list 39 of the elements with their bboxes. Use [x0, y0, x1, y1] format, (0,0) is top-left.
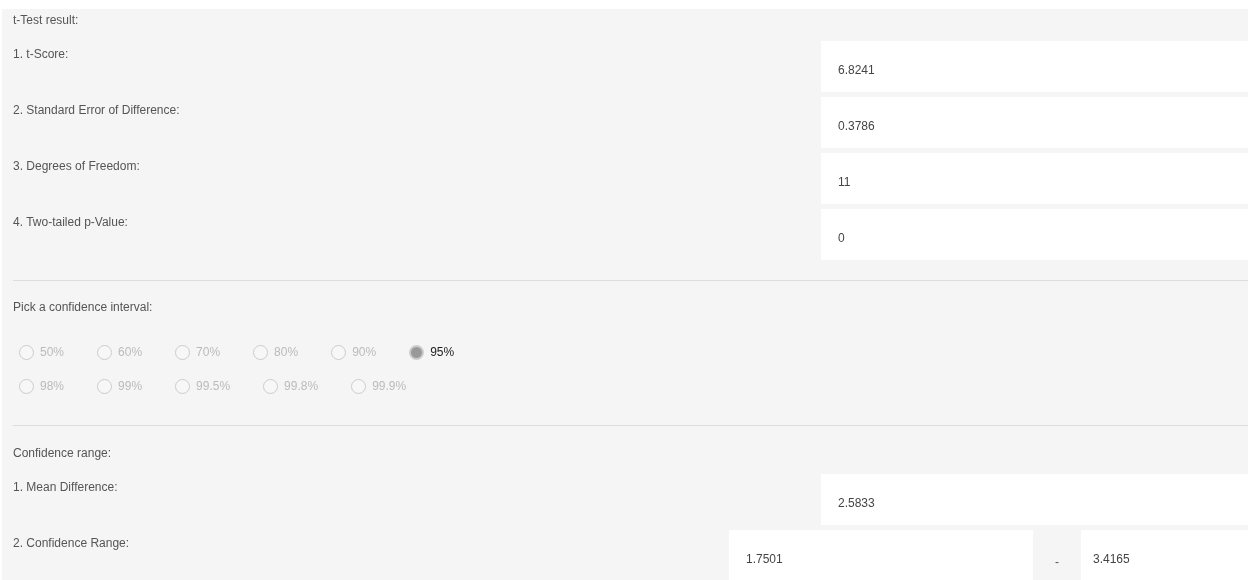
- field-label: 2. Standard Error of Difference:: [13, 102, 181, 119]
- radio-option[interactable]: 50%: [19, 343, 65, 361]
- radio-button[interactable]: [19, 378, 34, 394]
- section-title: t-Test result:: [13, 12, 80, 29]
- radio-button[interactable]: [19, 344, 34, 360]
- radio-option[interactable]: 70%: [175, 343, 221, 361]
- output-field[interactable]: 2.5833: [821, 474, 1248, 525]
- radio-option[interactable]: 99.5%: [175, 377, 231, 395]
- output-field[interactable]: 0.3786: [821, 97, 1248, 148]
- radio-option[interactable]: 95%: [409, 343, 455, 361]
- radio-option[interactable]: 90%: [331, 343, 377, 361]
- output-field[interactable]: 11: [821, 153, 1248, 204]
- radio-button[interactable]: [263, 378, 279, 394]
- radio-button[interactable]: [331, 344, 347, 360]
- radio-button[interactable]: [97, 344, 113, 360]
- output-field[interactable]: 0: [821, 209, 1248, 260]
- radio-button[interactable]: [175, 344, 191, 360]
- radio-option[interactable]: 80%: [253, 343, 299, 361]
- output-field[interactable]: 1.7501: [729, 530, 1033, 580]
- field-label: 1. Mean Difference:: [13, 479, 119, 496]
- range-separator: -: [1054, 554, 1060, 570]
- radio-option[interactable]: 99.8%: [263, 377, 319, 395]
- field-label: 4. Two-tailed p-Value:: [13, 214, 129, 231]
- radio-option[interactable]: 98%: [19, 377, 65, 395]
- radio-button[interactable]: [175, 378, 191, 394]
- radio-button[interactable]: [253, 344, 269, 360]
- field-label: 2. Confidence Range:: [13, 535, 131, 552]
- output-field[interactable]: 6.8241: [821, 41, 1248, 92]
- section-title: Pick a confidence interval:: [13, 299, 154, 316]
- output-field[interactable]: 3.4165: [1081, 530, 1248, 580]
- radio-button[interactable]: [351, 378, 367, 394]
- field-label: 1. t-Score:: [13, 46, 70, 63]
- section-title: Confidence range:: [13, 445, 113, 462]
- radio-button[interactable]: [409, 344, 425, 360]
- radio-option[interactable]: 99%: [97, 377, 143, 395]
- field-label: 3. Degrees of Freedom:: [13, 158, 141, 175]
- radio-option[interactable]: 99.9%: [351, 377, 407, 395]
- radio-option[interactable]: 60%: [97, 343, 143, 361]
- radio-button[interactable]: [97, 378, 113, 394]
